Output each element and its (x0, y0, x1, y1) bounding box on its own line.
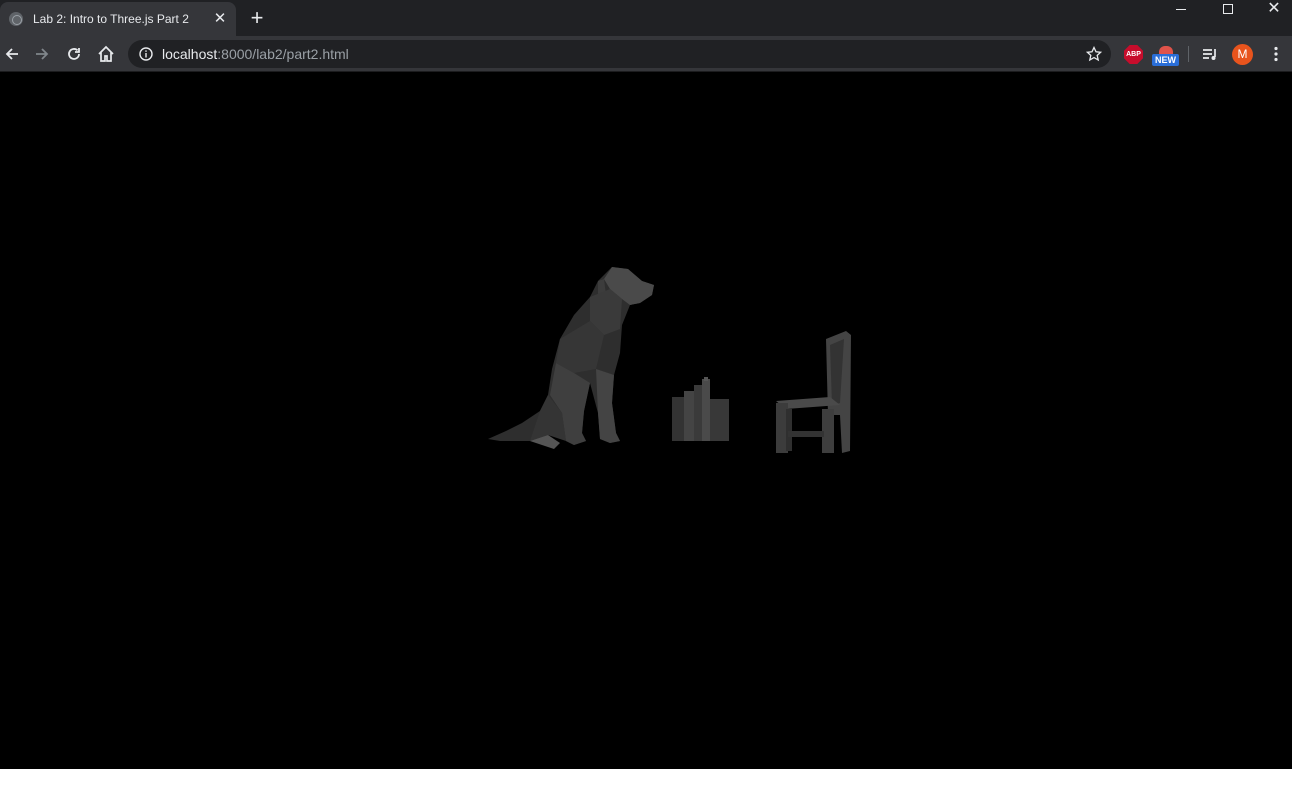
reload-button[interactable] (62, 42, 86, 66)
browser-toolbar: localhost:8000/lab2/part2.html ABP NEW M (0, 36, 1292, 72)
globe-icon (9, 12, 23, 26)
profile-avatar[interactable]: M (1232, 44, 1253, 65)
url-path: :8000/lab2/part2.html (217, 46, 349, 62)
three-scene (488, 267, 851, 453)
active-tab[interactable]: Lab 2: Intro to Three.js Part 2 ✕ (0, 2, 236, 36)
maximize-button[interactable] (1205, 0, 1251, 18)
webgl-canvas[interactable] (0, 73, 1292, 769)
address-bar[interactable]: localhost:8000/lab2/part2.html (128, 40, 1111, 68)
back-button[interactable] (0, 42, 24, 66)
menu-button[interactable] (1264, 42, 1288, 66)
maximize-icon (1223, 4, 1233, 14)
minimize-icon (1176, 8, 1186, 10)
info-icon[interactable] (138, 46, 154, 62)
chair-model (776, 331, 851, 453)
close-icon: ✕ (1267, 0, 1281, 17)
tab-strip: Lab 2: Intro to Three.js Part 2 ✕ + ✕ (0, 0, 1292, 36)
forward-button[interactable] (30, 42, 54, 66)
dog-model (488, 267, 654, 449)
tab-title: Lab 2: Intro to Three.js Part 2 (33, 12, 189, 26)
browser-window: Lab 2: Intro to Three.js Part 2 ✕ + ✕ lo… (0, 0, 1292, 769)
toolbar-divider (1188, 46, 1189, 62)
extension-new-icon[interactable]: NEW (1152, 44, 1180, 68)
minimize-button[interactable] (1158, 0, 1204, 18)
url-host: localhost (162, 46, 218, 62)
home-icon (98, 45, 114, 62)
reload-icon (68, 48, 80, 60)
media-control-button[interactable] (1198, 42, 1222, 66)
books-model (672, 377, 729, 441)
more-vert-icon (1274, 46, 1278, 62)
arrow-right-icon (36, 48, 49, 60)
playlist-icon (1203, 49, 1216, 60)
new-tab-button[interactable]: + (246, 7, 268, 30)
new-badge: NEW (1152, 54, 1179, 66)
tab-close-button[interactable]: ✕ (212, 11, 228, 27)
close-window-button[interactable]: ✕ (1251, 0, 1292, 18)
home-button[interactable] (94, 42, 118, 66)
url-text: localhost:8000/lab2/part2.html (162, 46, 349, 62)
arrow-left-icon (5, 48, 18, 60)
bookmark-star-icon[interactable] (1085, 45, 1103, 63)
adblock-extension-icon[interactable]: ABP (1124, 45, 1143, 64)
